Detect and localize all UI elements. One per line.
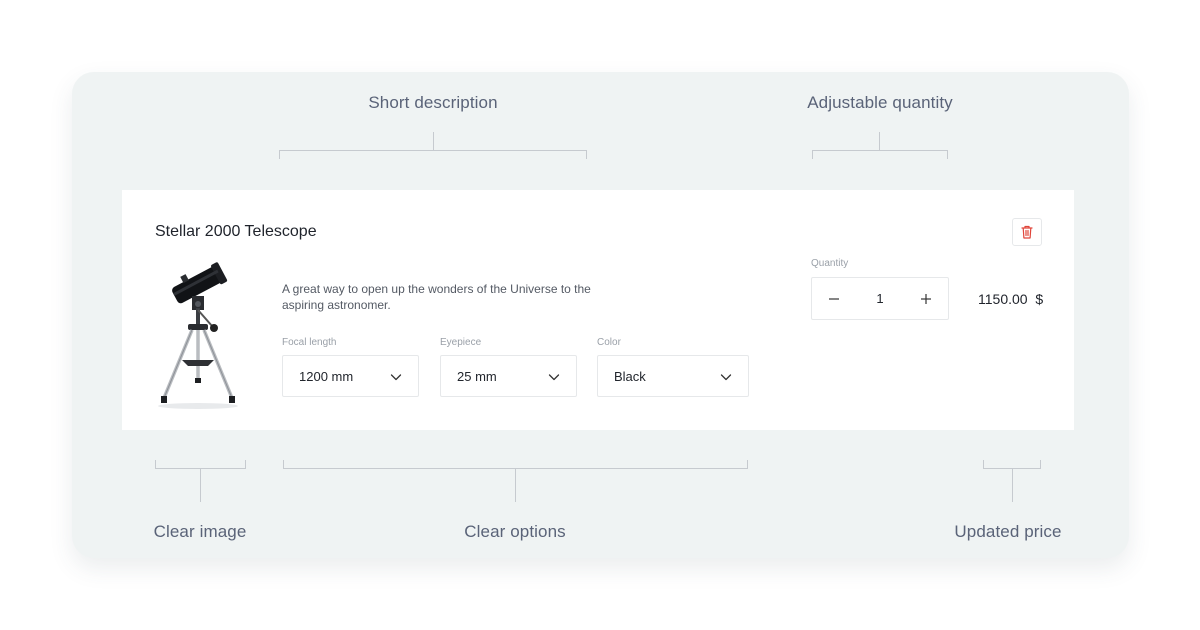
product-description: A great way to open up the wonders of th… <box>282 282 591 312</box>
decrease-quantity-button[interactable] <box>823 288 845 310</box>
color-label: Color <box>597 337 621 348</box>
annotation-clear-image: Clear image <box>153 522 247 541</box>
quantity-value[interactable]: 1 <box>876 291 883 306</box>
chevron-down-icon <box>390 374 402 381</box>
chevron-down-icon <box>720 374 732 381</box>
annotation-clear-options: Clear options <box>464 522 566 541</box>
focal-length-label: Focal length <box>282 337 337 348</box>
eyepiece-value: 25 mm <box>457 368 497 384</box>
item-price: 1150.00 $ <box>978 291 1044 307</box>
annotation-short-description: Short description <box>368 93 498 112</box>
color-select[interactable]: Black <box>597 355 749 397</box>
product-title: Stellar 2000 Telescope <box>155 223 317 240</box>
eyepiece-select[interactable]: 25 mm <box>440 355 577 397</box>
delete-item-button[interactable] <box>1012 218 1042 246</box>
quantity-label: Quantity <box>811 258 849 269</box>
trash-icon <box>1021 225 1033 239</box>
cart-item-card: Stellar 2000 Telescope A great way to op… <box>122 190 1074 430</box>
minus-icon <box>829 298 839 300</box>
annotation-adjustable-quantity: Adjustable quantity <box>807 93 953 112</box>
telescope-product-image <box>158 262 238 409</box>
focal-length-select[interactable]: 1200 mm <box>282 355 419 397</box>
quantity-stepper: 1 <box>811 277 949 320</box>
color-value: Black <box>614 368 646 384</box>
increase-quantity-button[interactable] <box>915 288 937 310</box>
chevron-down-icon <box>548 374 560 381</box>
annotation-updated-price: Updated price <box>954 522 1062 541</box>
eyepiece-label: Eyepiece <box>440 337 482 348</box>
focal-length-value: 1200 mm <box>299 368 354 384</box>
plus-icon <box>921 294 931 304</box>
